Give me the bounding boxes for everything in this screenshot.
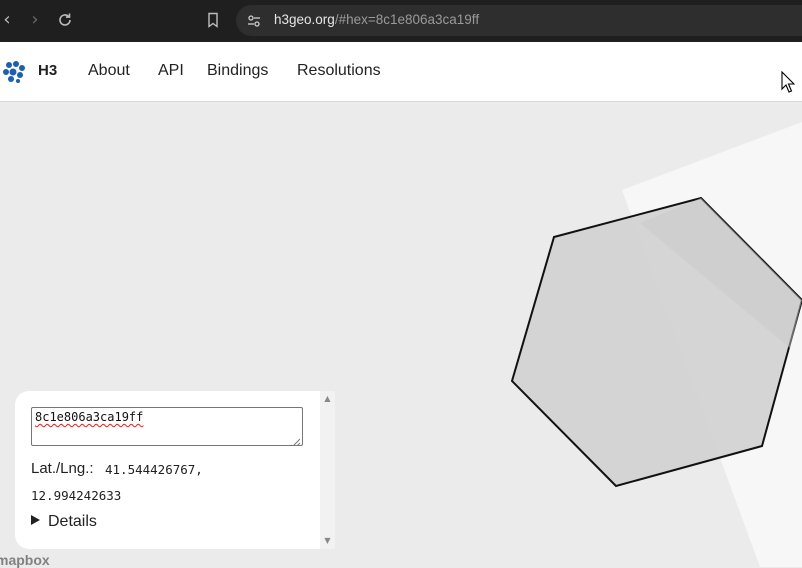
site-info-icon[interactable]	[245, 12, 263, 30]
scroll-up-icon[interactable]: ▲	[323, 394, 332, 403]
site-header: H3 About API Bindings Resolutions	[0, 42, 802, 102]
hex-input-value: 8c1e806a3ca19ff	[35, 410, 144, 424]
back-icon[interactable]: ‹	[0, 10, 17, 30]
nav-bindings[interactable]: Bindings	[207, 62, 268, 80]
latitude-value: 41.544426767,	[105, 462, 203, 477]
reload-icon[interactable]	[55, 10, 75, 30]
disclosure-triangle-icon	[31, 515, 40, 525]
longitude-value: 12.994242633	[31, 488, 122, 503]
url-text[interactable]: h3geo.org/#hex=8c1e806a3ca19ff	[274, 12, 479, 27]
mouse-cursor-icon	[781, 70, 796, 93]
hex-input[interactable]: 8c1e806a3ca19ff	[31, 407, 303, 447]
h3-logo-icon[interactable]	[3, 61, 27, 83]
url-host: h3geo.org	[274, 12, 335, 27]
brand-link[interactable]: H3	[38, 62, 57, 79]
nav-api[interactable]: API	[158, 62, 184, 80]
hex-info-panel: 8c1e806a3ca19ff Lat./Lng.: 41.544426767,…	[15, 391, 335, 549]
nav-resolutions[interactable]: Resolutions	[297, 62, 381, 80]
resize-grip-icon[interactable]	[292, 435, 301, 447]
forward-icon[interactable]: ›	[25, 10, 45, 30]
mapbox-attribution[interactable]: mapbox	[0, 552, 50, 568]
url-path: /#hex=8c1e806a3ca19ff	[334, 12, 480, 27]
bookmark-icon[interactable]	[204, 11, 222, 29]
address-bar[interactable]: h3geo.org/#hex=8c1e806a3ca19ff	[236, 5, 802, 36]
latlng-label: Lat./Lng.:	[31, 460, 94, 477]
scroll-down-icon[interactable]: ▼	[323, 536, 332, 545]
browser-toolbar: ‹ › h3geo.org/#hex=8c1e806a3ca19ff	[0, 0, 802, 42]
nav-about[interactable]: About	[88, 62, 130, 80]
panel-scrollbar[interactable]: ▲ ▼	[320, 391, 335, 549]
details-toggle[interactable]: Details	[31, 513, 97, 531]
details-label: Details	[48, 513, 97, 530]
